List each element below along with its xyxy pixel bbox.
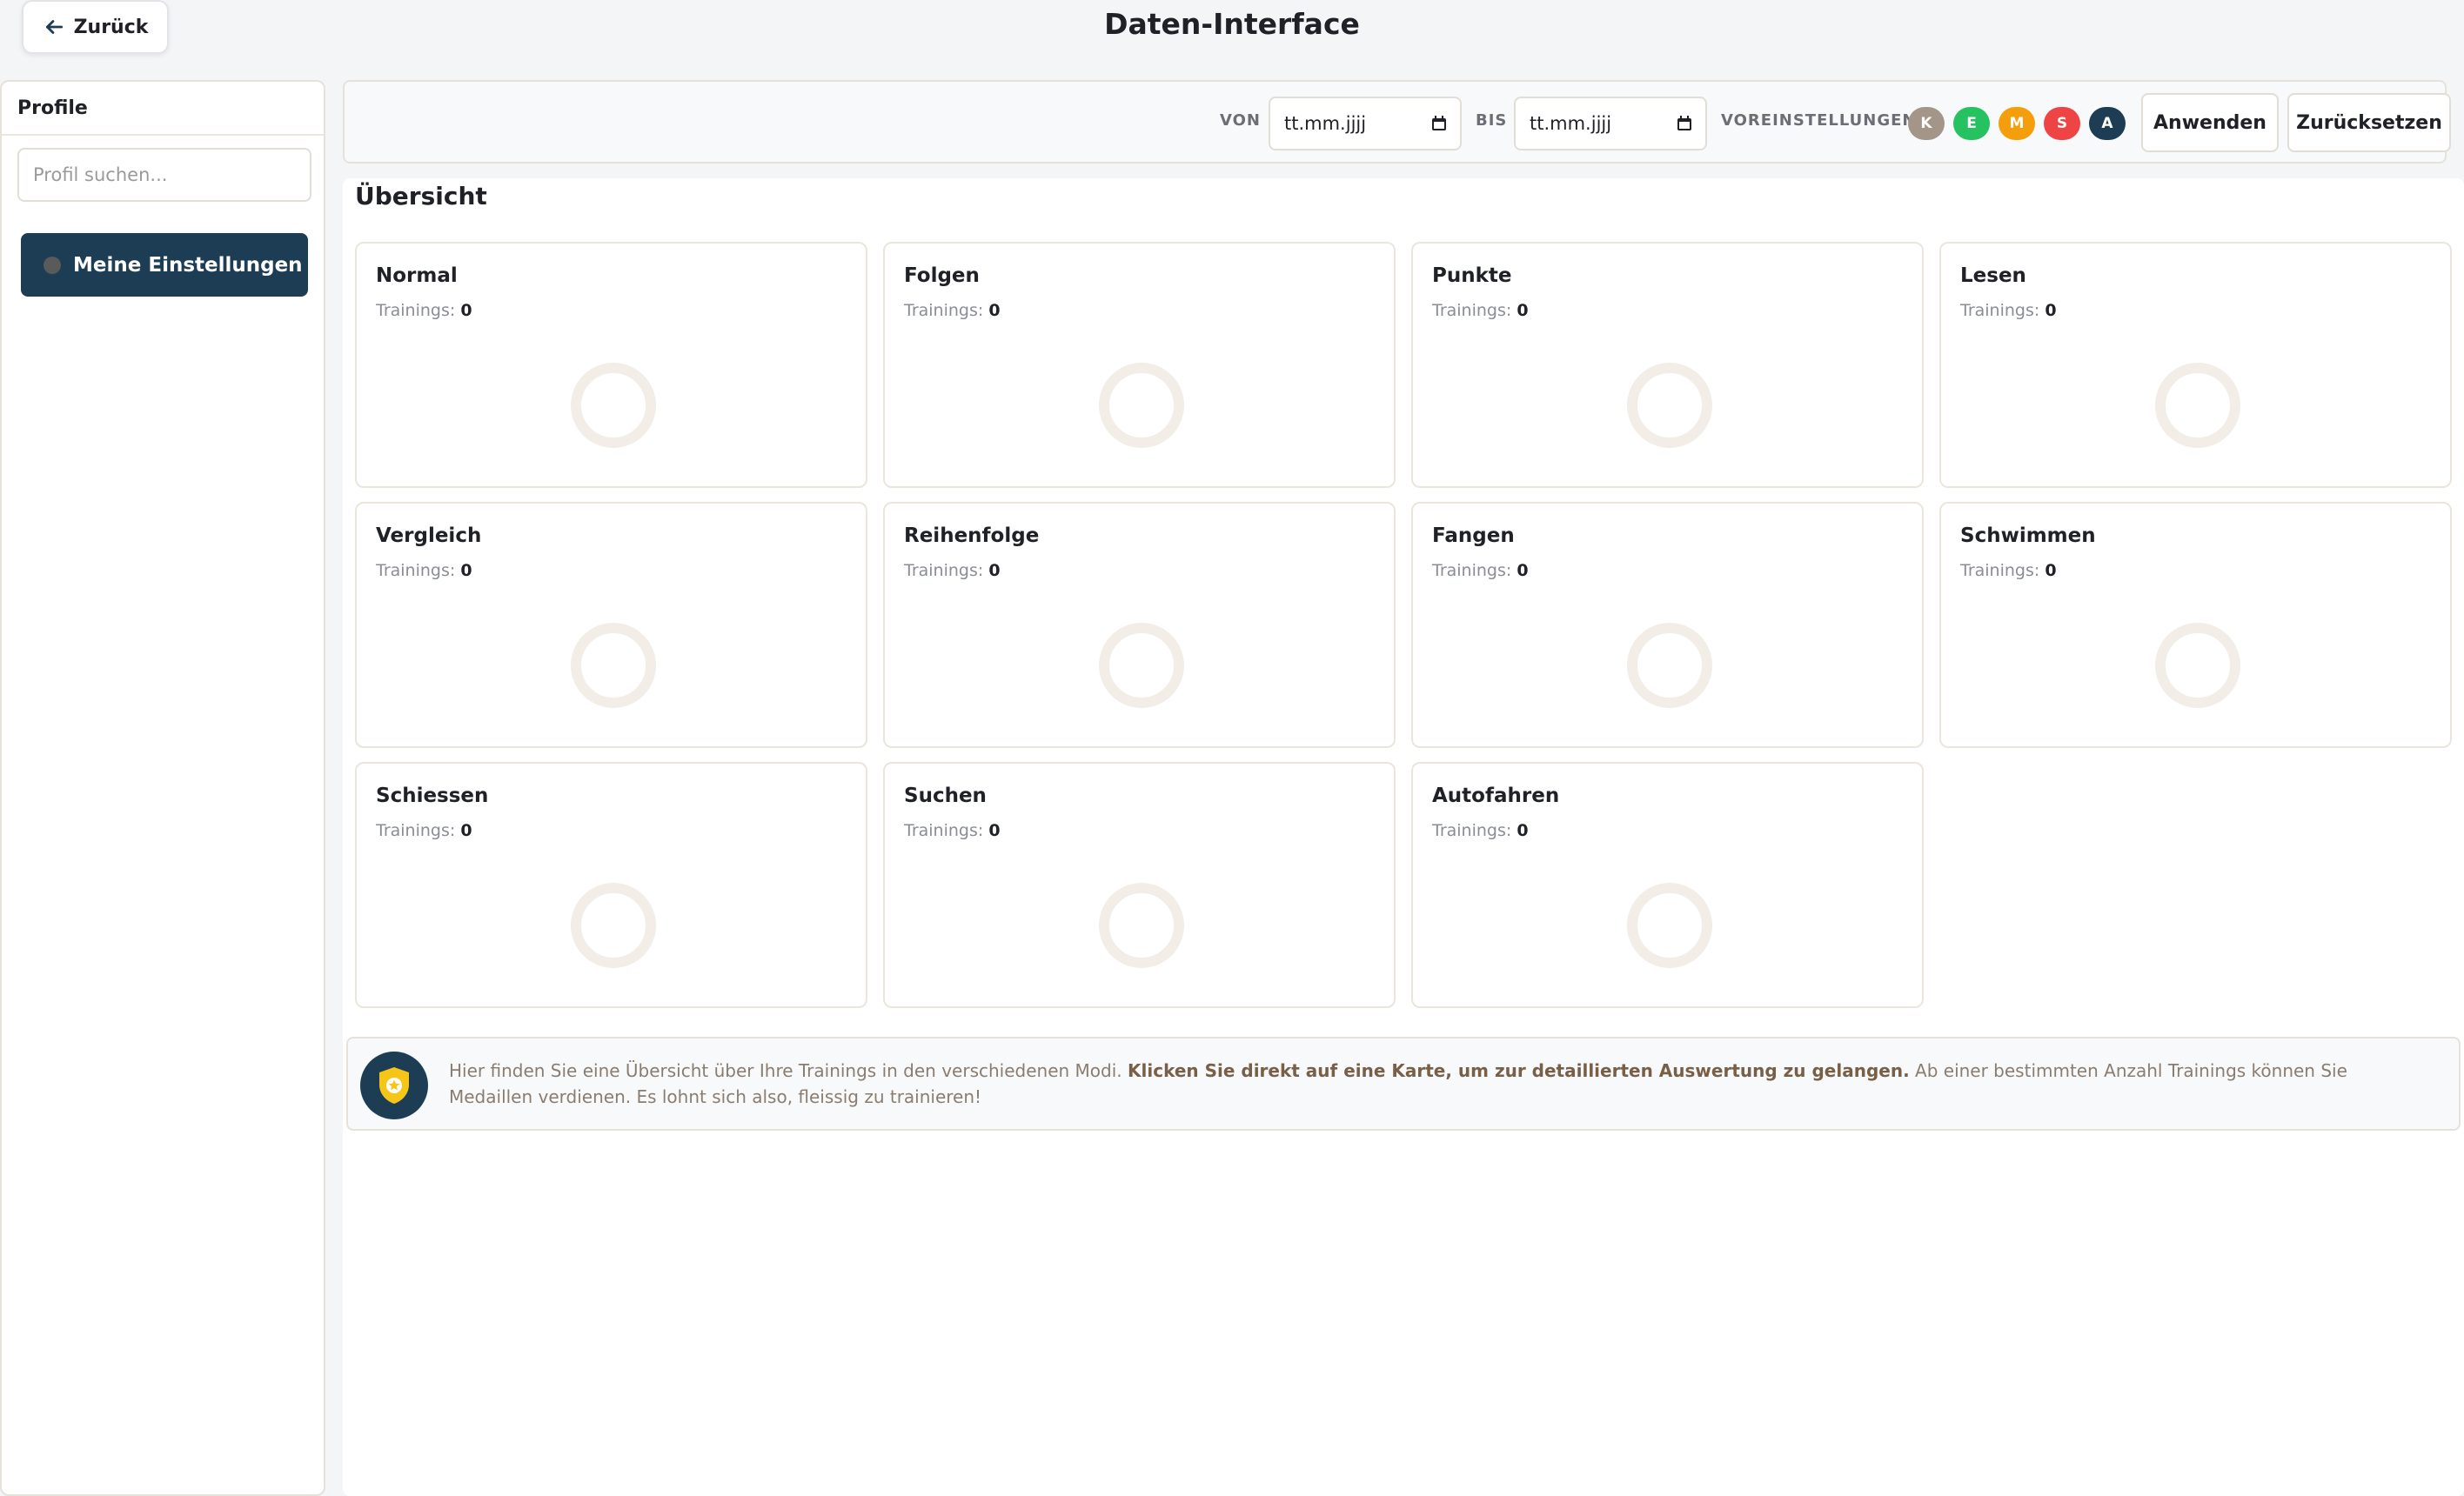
from-date-input[interactable]: tt.mm.jjjj [1269,97,1462,150]
profile-item-my-settings[interactable]: Meine Einstellungen [21,233,308,297]
to-label: BIS [1476,111,1508,130]
card-title: Vergleich [376,524,482,547]
progress-ring [1099,363,1184,448]
preset-m-button[interactable]: M [1999,107,2035,140]
card-count: Trainings: 0 [1960,301,2057,320]
preset-s-button[interactable]: S [2044,107,2080,140]
card-count: Trainings: 0 [904,561,1001,580]
card-count: Trainings: 0 [376,301,472,320]
presets-label: VOREINSTELLUNGEN [1721,111,1917,130]
card-count: Trainings: 0 [1432,301,1529,320]
card-title: Folgen [904,264,980,287]
mode-card-folgen[interactable]: Folgen Trainings: 0 [883,242,1396,488]
preset-k-button[interactable]: K [1908,107,1945,140]
filter-bar: VON tt.mm.jjjj BIS tt.mm.jjjj VOREINSTEL… [343,80,2451,164]
progress-ring [1099,623,1184,708]
progress-ring [1099,883,1184,968]
to-date-input[interactable]: tt.mm.jjjj [1514,97,1707,150]
profile-status-dot [44,256,61,274]
card-title: Fangen [1432,524,1515,547]
mode-card-lesen[interactable]: Lesen Trainings: 0 [1939,242,2452,488]
card-count: Trainings: 0 [904,821,1001,840]
calendar-icon [1677,116,1691,130]
card-title: Suchen [904,785,987,807]
card-count: Trainings: 0 [376,561,472,580]
progress-ring [1627,883,1712,968]
mode-card-schiessen[interactable]: Schiessen Trainings: 0 [355,762,867,1008]
progress-ring [1627,363,1712,448]
from-date-value: tt.mm.jjjj [1284,113,1367,134]
card-title: Autofahren [1432,785,1560,807]
info-box: Hier finden Sie eine Übersicht über Ihre… [346,1037,2461,1131]
mode-card-autofahren[interactable]: Autofahren Trainings: 0 [1411,762,1924,1008]
profile-item-label: Meine Einstellungen [73,253,303,277]
card-count: Trainings: 0 [904,301,1001,320]
profile-sidebar: Profile Meine Einstellungen [0,80,325,1496]
progress-ring [1627,623,1712,708]
progress-ring [2155,363,2240,448]
mode-card-vergleich[interactable]: Vergleich Trainings: 0 [355,502,867,748]
info-text: Hier finden Sie eine Übersicht über Ihre… [449,1060,2347,1107]
profile-search-input[interactable] [17,148,311,202]
card-title: Punkte [1432,264,1512,287]
apply-button[interactable]: Anwenden [2141,93,2279,152]
card-count: Trainings: 0 [376,821,472,840]
mode-card-schwimmen[interactable]: Schwimmen Trainings: 0 [1939,502,2452,748]
preset-e-button[interactable]: E [1953,107,1990,140]
mode-card-fangen[interactable]: Fangen Trainings: 0 [1411,502,1924,748]
progress-ring [571,363,656,448]
preset-a-button[interactable]: A [2089,107,2126,140]
page-title: Daten-Interface [1104,7,1360,41]
card-title: Reihenfolge [904,524,1040,547]
to-date-value: tt.mm.jjjj [1530,113,1612,134]
medal-shield-icon [360,1052,428,1119]
progress-ring [571,623,656,708]
sidebar-title: Profile [2,82,324,136]
calendar-icon [1432,116,1446,130]
mode-card-normal[interactable]: Normal Trainings: 0 [355,242,867,488]
card-title: Normal [376,264,458,287]
progress-ring [2155,623,2240,708]
card-title: Lesen [1960,264,2026,287]
card-count: Trainings: 0 [1960,561,2057,580]
mode-card-punkte[interactable]: Punkte Trainings: 0 [1411,242,1924,488]
mode-card-reihenfolge[interactable]: Reihenfolge Trainings: 0 [883,502,1396,748]
mode-card-suchen[interactable]: Suchen Trainings: 0 [883,762,1396,1008]
progress-ring [571,883,656,968]
overview-title: Übersicht [355,182,487,210]
card-count: Trainings: 0 [1432,561,1529,580]
card-title: Schwimmen [1960,524,2096,547]
reset-button[interactable]: Zurücksetzen [2287,93,2451,152]
main-content: Übersicht Normal Trainings: 0 Folgen Tra… [343,178,2464,1496]
card-title: Schiessen [376,785,489,807]
card-count: Trainings: 0 [1432,821,1529,840]
from-label: VON [1220,111,1261,130]
